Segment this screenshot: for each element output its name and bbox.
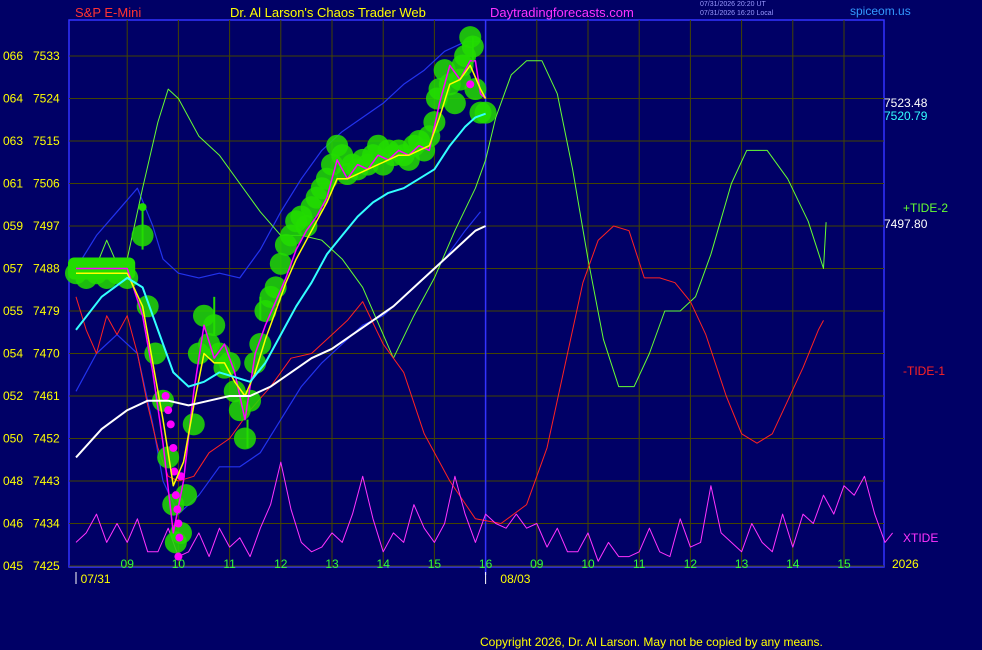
y-tick-aux: 054 (3, 347, 23, 361)
tide-plus-label: +TIDE-2 (903, 201, 948, 215)
price-dot (466, 80, 475, 89)
last-ma-label: 7520.79 (884, 109, 928, 123)
series-xtide (75, 461, 893, 562)
y-tick-label: 7524 (33, 92, 60, 106)
site-link[interactable]: Daytradingforecasts.com (490, 5, 634, 20)
price-dot (161, 392, 170, 400)
x-tick-label: 11 (633, 557, 646, 571)
x-tick-label: 14 (786, 557, 800, 571)
signal-bubble (474, 101, 497, 124)
y-tick-aux: 048 (3, 474, 23, 488)
signal-bubble (264, 276, 287, 299)
timestamp-local: 07/31/2026 16:20 Local (700, 10, 774, 17)
x-tick-label: 16 (479, 557, 493, 571)
x-tick-label: 15 (428, 557, 442, 571)
x-tick-label: 10 (581, 557, 595, 571)
y-tick-aux: 059 (3, 219, 23, 233)
timestamp-utc: 07/31/2026 20:20 UT (700, 1, 766, 8)
y-tick-label: 7461 (33, 389, 60, 403)
y-tick-label: 7470 (33, 347, 60, 361)
date-label: 08/03 (500, 572, 530, 586)
logo: spiceom.us (850, 4, 911, 18)
x-tick-label: 12 (684, 557, 698, 571)
y-tick-aux: 061 (3, 177, 23, 191)
xtide-label: XTIDE (903, 531, 938, 545)
x-tick-label: 13 (325, 557, 339, 571)
price-dot (164, 406, 173, 415)
x-tick-label: 09 (530, 557, 544, 571)
y-tick-aux: 064 (3, 92, 23, 106)
price-dot (171, 491, 180, 500)
chart-title: Dr. Al Larson's Chaos Trader Web (230, 5, 426, 20)
y-tick-label: 7533 (33, 49, 60, 63)
spike-dot (138, 203, 147, 212)
y-tick-aux: 045 (3, 559, 23, 573)
signal-bubble (182, 413, 205, 436)
y-tick-aux: 046 (3, 517, 23, 531)
y-tick-aux: 050 (3, 432, 23, 446)
y-tick-label: 7497 (33, 219, 60, 233)
x-tick-label: 12 (274, 557, 288, 571)
price-dot (175, 533, 184, 542)
x-tick-label: 15 (837, 557, 851, 571)
y-tick-label: 7443 (33, 474, 60, 488)
x-tick-label: 13 (735, 557, 749, 571)
price-dot (169, 443, 178, 452)
tide-plus-value: 7497.80 (884, 217, 928, 231)
price-dot (174, 519, 183, 528)
date-label: 07/31 (81, 572, 111, 586)
signal-bubble (443, 92, 466, 115)
price-dot (173, 505, 182, 514)
tide-minus-label: -TIDE-1 (903, 364, 945, 378)
plot-frame (68, 19, 885, 568)
y-tick-label: 7452 (33, 432, 60, 446)
y-tick-aux: 055 (3, 304, 23, 318)
y-tick-label: 7506 (33, 177, 60, 191)
y-tick-label: 7425 (33, 559, 60, 573)
signal-bubble (233, 427, 256, 450)
symbol-label: S&P E-Mini (75, 5, 142, 20)
price-dot (166, 420, 175, 429)
y-tick-aux: 052 (3, 389, 23, 403)
x-tick-label: 10 (172, 557, 186, 571)
year-label: 2026 (892, 557, 919, 571)
y-tick-aux: 063 (3, 134, 23, 148)
x-tick-label: 09 (121, 557, 135, 571)
y-tick-label: 7515 (33, 134, 60, 148)
y-tick-aux: 066 (3, 49, 23, 63)
signal-bubble (249, 333, 272, 356)
y-tick-label: 7434 (33, 517, 60, 531)
last-price-label: 7523.48 (884, 96, 928, 110)
price-chart: 066 7533 064 7524 063 7515 061 7506 059 7497 057 74… (3, 19, 948, 586)
x-tick-label: 11 (223, 557, 236, 571)
y-tick-label: 7488 (33, 262, 60, 276)
series-tide_minus (75, 225, 824, 524)
copyright-notice: Copyright 2026, Dr. Al Larson. May not b… (480, 635, 823, 649)
y-tick-aux: 057 (3, 262, 23, 276)
x-tick-label: 14 (377, 557, 391, 571)
y-tick-label: 7479 (33, 304, 60, 318)
